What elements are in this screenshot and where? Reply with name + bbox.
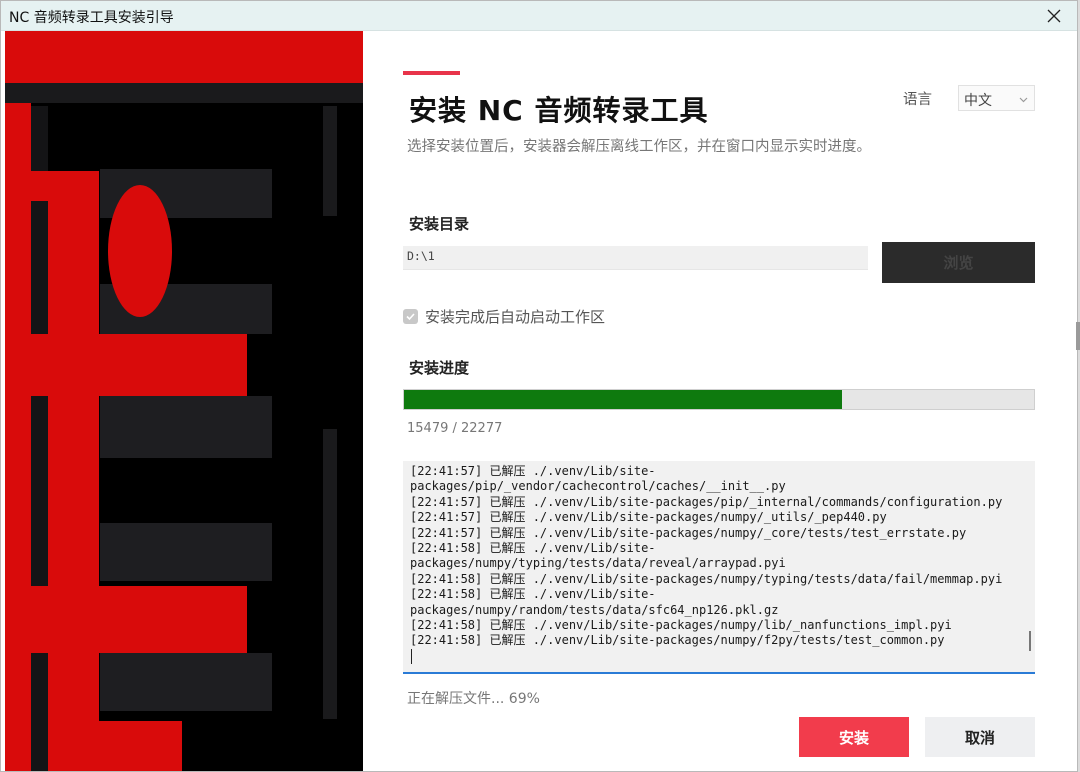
log-line: [22:41:57] 已解压 ./.venv/Lib/site-packages… (410, 525, 967, 540)
window-title: NC 音频转录工具安装引导 (9, 10, 174, 26)
log-scrollbar[interactable] (1025, 461, 1035, 671)
language-select[interactable]: 中文 (958, 85, 1035, 111)
text-caret (411, 649, 412, 664)
close-button[interactable] (1031, 1, 1077, 31)
progress-fill (404, 390, 842, 409)
title-bar: NC 音频转录工具安装引导 (1, 1, 1077, 31)
progress-label: 安装进度 (409, 359, 470, 377)
banner-graphic (5, 31, 363, 771)
browse-button[interactable]: 浏览 (882, 242, 1035, 283)
page-title: 安装 NC 音频转录工具 (409, 94, 709, 127)
chevron-down-icon (1019, 97, 1028, 103)
log-line: [22:41:58] 已解压 ./.venv/Lib/site- (410, 587, 656, 602)
log-line: packages/numpy/random/tests/data/sfc64_n… (410, 602, 779, 617)
background-edge (1076, 322, 1080, 350)
language-value: 中文 (964, 93, 992, 109)
language-label: 语言 (903, 92, 932, 108)
install-dir-input[interactable]: D:\1 (403, 246, 868, 270)
progress-bar (403, 389, 1035, 410)
log-line: [22:41:58] 已解压 ./.venv/Lib/site-packages… (410, 618, 952, 633)
status-text: 正在解压文件... 69% (407, 691, 540, 707)
log-line: [22:41:58] 已解压 ./.venv/Lib/site-packages… (410, 633, 945, 648)
installer-window: NC 音频转录工具安装引导 安装 NC 音频转录工具 选择安装位置后，安装器会解… (0, 0, 1078, 772)
log-line: [22:41:57] 已解压 ./.venv/Lib/site- (410, 464, 656, 478)
accent-bar (403, 71, 460, 75)
progress-count: 15479 / 22277 (407, 421, 503, 436)
autostart-label: 安装完成后自动启动工作区 (425, 307, 606, 326)
main-panel: 安装 NC 音频转录工具 选择安装位置后，安装器会解压离线工作区，并在窗口内显示… (363, 31, 1077, 771)
log-output[interactable]: [22:41:57] 已解压 ./.venv/Lib/site-packages… (403, 461, 1035, 674)
log-line: [22:41:57] 已解压 ./.venv/Lib/site-packages… (410, 494, 1003, 509)
log-line: [22:41:57] 已解压 ./.venv/Lib/site-packages… (410, 510, 887, 525)
log-scrollbar-thumb[interactable] (1029, 631, 1031, 651)
close-icon (1047, 9, 1061, 23)
checkmark-icon (406, 312, 415, 320)
cancel-button[interactable]: 取消 (925, 717, 1035, 757)
log-lines: [22:41:57] 已解压 ./.venv/Lib/site-packages… (410, 464, 1020, 649)
log-line: [22:41:58] 已解压 ./.venv/Lib/site-packages… (410, 571, 1003, 586)
install-button[interactable]: 安装 (799, 717, 909, 757)
log-line: packages/numpy/typing/tests/data/reveal/… (410, 556, 786, 571)
side-banner-art (5, 31, 363, 771)
autostart-option[interactable]: 安装完成后自动启动工作区 (403, 306, 605, 326)
log-line: [22:41:58] 已解压 ./.venv/Lib/site- (410, 541, 656, 556)
page-subtitle: 选择安装位置后，安装器会解压离线工作区，并在窗口内显示实时进度。 (407, 139, 871, 155)
log-line: packages/pip/_vendor/cachecontrol/caches… (410, 479, 786, 494)
autostart-checkbox[interactable] (403, 308, 418, 324)
install-dir-label: 安装目录 (409, 215, 470, 233)
